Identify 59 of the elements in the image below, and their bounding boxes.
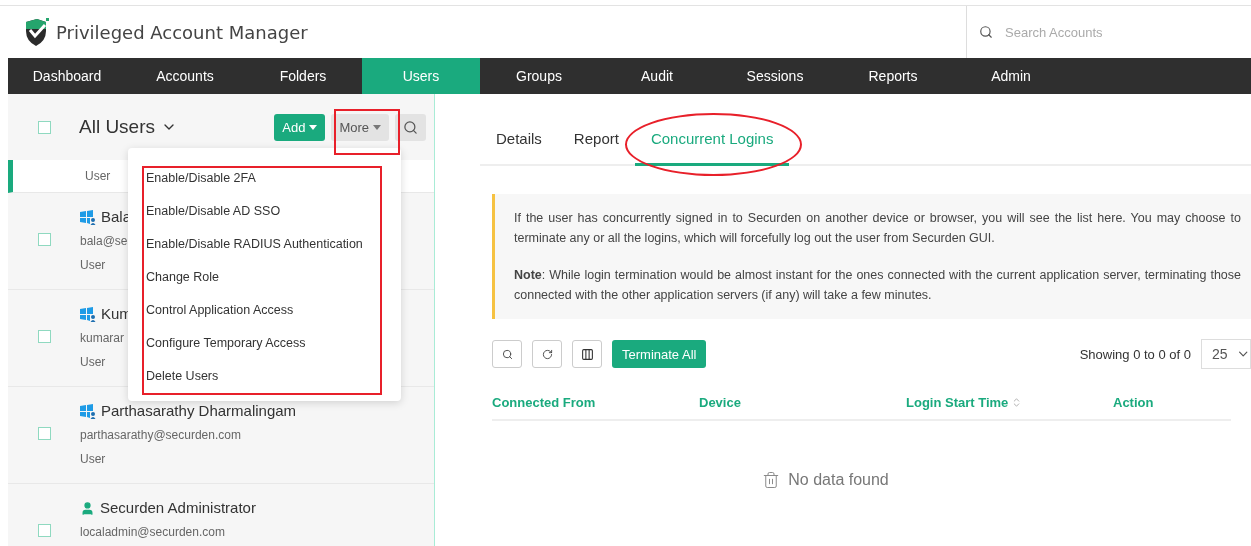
windows-user-icon — [80, 209, 96, 225]
nav-tab[interactable]: Folders — [244, 58, 362, 94]
user-name: Securden Administrator — [100, 498, 256, 518]
note-text: Note: While login termination would be almost instant for the ones connected with the current application server, terminating those connected with the other application servers (if any) will take a few minutes. — [514, 267, 1241, 304]
user-role: User — [85, 168, 111, 185]
user-email: kumarar — [80, 330, 125, 347]
search-icon — [501, 348, 513, 360]
nav-tab[interactable]: Dashboard — [8, 58, 126, 94]
highlight-box — [334, 109, 400, 155]
caret-icon — [373, 124, 381, 130]
menu-item[interactable]: Change Role — [146, 270, 401, 285]
nav-tab[interactable]: Audit — [598, 58, 716, 94]
search-button[interactable] — [492, 340, 522, 368]
checkbox[interactable] — [38, 330, 51, 343]
nav-tab[interactable]: Sessions — [716, 58, 834, 94]
search-icon — [979, 25, 993, 39]
user-row[interactable]: Securden Administrator localadmin@securden.com — [8, 484, 434, 546]
nav-tab[interactable]: Admin — [952, 58, 1070, 94]
menu-item[interactable]: Delete Users — [146, 369, 401, 384]
search-button[interactable] — [395, 113, 426, 141]
windows-user-icon — [80, 306, 96, 322]
menu-item[interactable]: Enable/Disable 2FA — [146, 171, 401, 186]
menu-item[interactable]: Enable/Disable AD SSO — [146, 204, 401, 219]
checkbox[interactable] — [38, 120, 51, 134]
search-icon — [403, 119, 418, 135]
caret-icon — [309, 124, 318, 130]
tab[interactable]: Report — [557, 130, 635, 166]
windows-user-icon — [80, 403, 96, 419]
checkbox[interactable] — [38, 233, 51, 246]
user-role: User — [80, 451, 107, 468]
nav-tab[interactable]: Reports — [834, 58, 952, 94]
checkbox[interactable] — [38, 427, 51, 440]
tab[interactable]: Details — [480, 130, 558, 166]
user-name: Parthasarathy Dharmalingam — [101, 401, 297, 421]
list-title[interactable]: All Users — [79, 116, 155, 138]
nav-tab[interactable]: Accounts — [126, 58, 244, 94]
user-email: localadmin@securden.com — [80, 524, 226, 541]
menu-item[interactable]: Enable/Disable RADIUS Authentication — [146, 237, 401, 252]
user-role: User — [80, 257, 107, 274]
menu-item[interactable]: Configure Temporary Access — [146, 336, 401, 351]
trash-icon — [762, 471, 781, 489]
app-title: Privileged Account Manager — [56, 21, 308, 43]
user-icon — [80, 500, 95, 516]
page-size-select[interactable]: 25 — [1201, 339, 1251, 369]
info-text: If the user has concurrently signed in to Securden on another device or browser, you will see the list here. You may choose to terminate any or all the logins, which will forcefully log out the user from Securden GUI. — [514, 210, 1241, 247]
refresh-button[interactable] — [532, 340, 562, 368]
user-role: User — [80, 354, 107, 371]
empty-message: No data found — [788, 471, 889, 489]
checkbox[interactable] — [38, 524, 51, 537]
user-email: parthasarathy@securden.com — [80, 427, 242, 444]
columns-button[interactable] — [572, 340, 602, 368]
pagination-info: Showing 0 to 0 of 0 — [1079, 346, 1191, 362]
columns-icon — [580, 347, 594, 361]
nav-tab[interactable]: Groups — [480, 58, 598, 94]
shield-logo-icon — [24, 17, 50, 47]
more-button[interactable]: More — [331, 113, 389, 141]
refresh-icon — [541, 348, 553, 360]
user-email: bala@se — [80, 233, 129, 250]
menu-item[interactable]: Control Application Access — [146, 303, 401, 318]
